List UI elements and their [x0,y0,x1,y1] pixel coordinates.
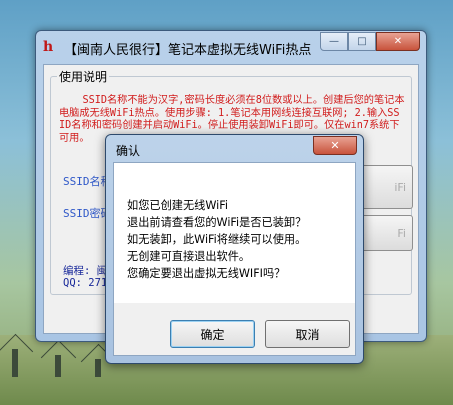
windmill-decoration [12,349,18,377]
windmill-decoration [55,355,61,377]
usage-legend: 使用说明 [59,70,108,84]
minimize-button[interactable]: — [320,32,348,51]
confirm-dialog: 确认 ✕ 如您已创建无线WiFi 退出前请查看您的WiFi是否已装卸？ 如无装卸… [105,134,364,364]
title-bar[interactable]: h 【闽南人民很行】笔记本虚拟无线WiFi热点 — □ ✕ [36,31,426,61]
dialog-body: 如您已创建无线WiFi 退出前请查看您的WiFi是否已装卸？ 如无装卸，此WiF… [113,162,356,356]
ok-button[interactable]: 确定 [170,320,255,348]
dialog-title: 确认 [116,144,141,158]
app-logo-icon: h [43,39,54,55]
cancel-button[interactable]: 取消 [265,320,350,348]
dialog-message: 如您已创建无线WiFi 退出前请查看您的WiFi是否已装卸？ 如无装卸，此WiF… [127,199,307,280]
maximize-button[interactable]: □ [348,32,376,51]
window-controls: — □ ✕ [320,32,420,51]
window-title: 【闽南人民很行】笔记本虚拟无线WiFi热点 [64,43,312,58]
close-button[interactable]: ✕ [376,32,420,51]
dialog-message-area: 如您已创建无线WiFi 退出前请查看您的WiFi是否已装卸？ 如无装卸，此WiF… [114,163,355,303]
dialog-close-button[interactable]: ✕ [313,136,357,155]
windmill-decoration [95,359,101,377]
